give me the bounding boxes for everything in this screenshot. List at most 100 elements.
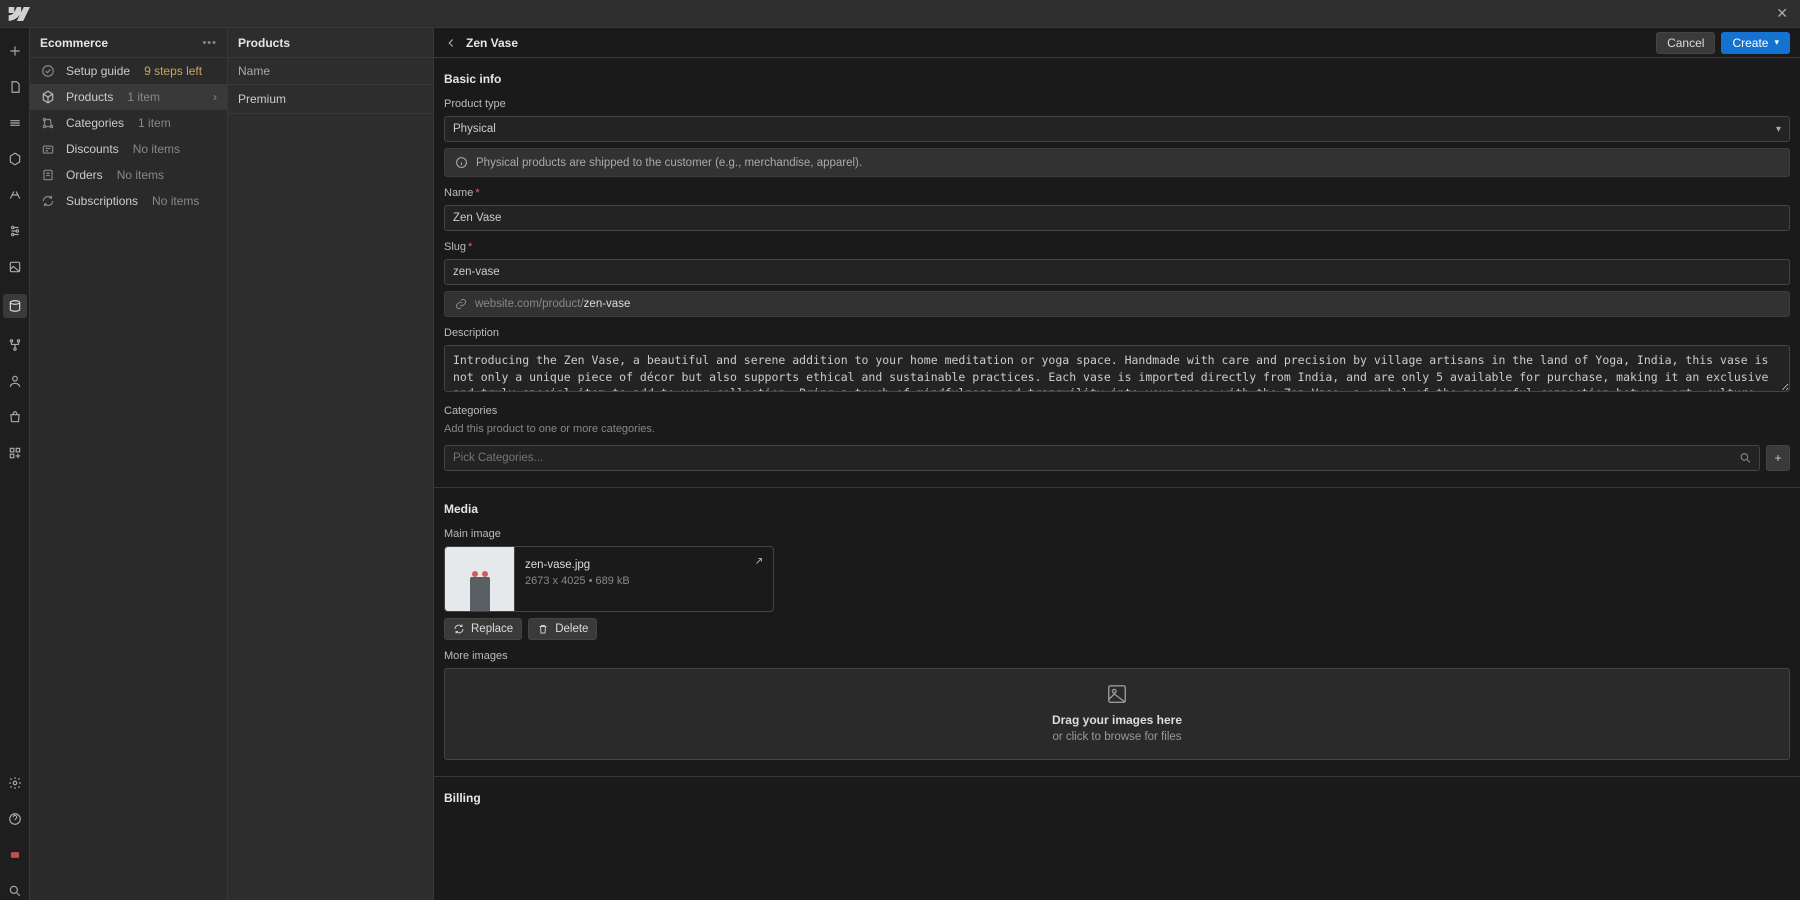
add-icon[interactable]	[6, 42, 24, 60]
product-type-value: Physical	[453, 123, 496, 135]
slug-value-display: zen-vase	[584, 298, 631, 310]
basic-info-section: Basic info Product type Physical ▾ Physi…	[434, 58, 1800, 488]
components-icon[interactable]	[6, 150, 24, 168]
sidebar-item-hint: 1 item	[138, 116, 171, 130]
name-label: Name*	[444, 187, 1790, 199]
products-name-header: Name	[228, 58, 433, 85]
orders-icon	[40, 168, 56, 182]
cancel-button[interactable]: Cancel	[1656, 32, 1715, 54]
sidebar-item-hint: No items	[117, 168, 164, 182]
ecommerce-icon[interactable]	[6, 408, 24, 426]
section-title-media: Media	[444, 502, 1790, 516]
sidebar-item-label: Discounts	[66, 142, 119, 156]
create-button-label: Create	[1732, 36, 1768, 50]
image-placeholder-icon	[1106, 683, 1128, 705]
dropzone-line2: or click to browse for files	[1052, 731, 1181, 743]
apps-icon[interactable]	[6, 444, 24, 462]
users-icon[interactable]	[6, 372, 24, 390]
categories-input[interactable]	[444, 445, 1760, 471]
discounts-icon	[40, 142, 56, 156]
slug-label: Slug*	[444, 241, 1790, 253]
slug-prefix: website.com/product/	[475, 298, 584, 310]
section-title-basic: Basic info	[444, 72, 1790, 86]
product-type-help: Physical products are shipped to the cus…	[444, 148, 1790, 177]
cms-icon[interactable]	[3, 294, 27, 318]
chevron-down-icon: ▾	[1774, 37, 1779, 48]
product-row[interactable]: Premium	[228, 85, 433, 114]
products-title: Products	[228, 28, 433, 58]
sidebar-item-label: Orders	[66, 168, 103, 182]
media-section: Media Main image zen-vase.jpg 2673 x 402…	[434, 488, 1800, 777]
assets-icon[interactable]	[6, 258, 24, 276]
link-icon	[455, 298, 467, 310]
sidebar-item-hint: No items	[133, 142, 180, 156]
replace-image-button[interactable]: Replace	[444, 618, 522, 640]
product-type-label: Product type	[444, 98, 1790, 110]
delete-label: Delete	[555, 623, 588, 635]
sidebar-item-subscriptions[interactable]: Subscriptions No items	[30, 188, 227, 214]
variables-icon[interactable]	[6, 186, 24, 204]
image-filemeta: 2673 x 4025 • 689 kB	[525, 575, 763, 587]
expand-image-button[interactable]	[753, 555, 765, 567]
image-filename: zen-vase.jpg	[525, 559, 763, 571]
products-icon	[40, 90, 56, 104]
categories-icon	[40, 116, 56, 130]
detail-panel: Zen Vase Cancel Create ▾ Basic info Prod…	[434, 28, 1800, 900]
product-type-select[interactable]: Physical ▾	[444, 116, 1790, 142]
logic-icon[interactable]	[6, 336, 24, 354]
close-button[interactable]: ✕	[1776, 5, 1788, 22]
section-title-billing: Billing	[444, 791, 1790, 805]
sidebar-item-products[interactable]: Products 1 item ›	[30, 84, 227, 110]
sidebar-item-label: Setup guide	[66, 64, 130, 78]
billing-section: Billing	[434, 777, 1800, 823]
add-category-button[interactable]: +	[1766, 445, 1790, 471]
sidebar-item-orders[interactable]: Orders No items	[30, 162, 227, 188]
sidebar-item-label: Categories	[66, 116, 124, 130]
sidebar-item-hint: 9 steps left	[144, 64, 202, 78]
info-icon	[455, 156, 468, 169]
left-rail	[0, 28, 30, 900]
sidebar-item-categories[interactable]: Categories 1 item	[30, 110, 227, 136]
panel-title: Ecommerce	[40, 36, 108, 50]
main-image-label: Main image	[444, 528, 1790, 540]
slug-input[interactable]	[444, 259, 1790, 285]
check-circle-icon	[40, 64, 56, 78]
panel-more-button[interactable]: •••	[202, 37, 217, 49]
main-image-card: zen-vase.jpg 2673 x 4025 • 689 kB	[444, 546, 774, 612]
webflow-icon	[8, 7, 30, 21]
styles-icon[interactable]	[6, 222, 24, 240]
back-button[interactable]	[444, 36, 458, 50]
app-logo	[8, 7, 30, 21]
sidebar-item-setup-guide[interactable]: Setup guide 9 steps left	[30, 58, 227, 84]
description-textarea[interactable]	[444, 345, 1790, 392]
image-thumbnail[interactable]	[445, 547, 515, 611]
replace-icon	[453, 623, 465, 635]
app-topbar: ✕	[0, 0, 1800, 28]
sidebar-item-discounts[interactable]: Discounts No items	[30, 136, 227, 162]
name-input[interactable]	[444, 205, 1790, 231]
more-images-label: More images	[444, 650, 1790, 662]
search-icon	[1739, 452, 1752, 465]
sidebar-item-label: Products	[66, 90, 113, 104]
detail-title: Zen Vase	[466, 36, 518, 50]
sidebar-item-label: Subscriptions	[66, 194, 138, 208]
help-icon[interactable]	[6, 810, 24, 828]
settings-icon[interactable]	[6, 774, 24, 792]
chevron-down-icon: ▾	[1776, 124, 1781, 135]
page-icon[interactable]	[6, 78, 24, 96]
replace-label: Replace	[471, 623, 513, 635]
video-icon[interactable]	[6, 846, 24, 864]
sidebar-item-hint: 1 item	[127, 90, 160, 104]
delete-image-button[interactable]: Delete	[528, 618, 597, 640]
ecommerce-panel: Ecommerce ••• Setup guide 9 steps left P…	[30, 28, 228, 900]
categories-hint: Add this product to one or more categori…	[444, 423, 1790, 435]
dropzone-line1: Drag your images here	[1052, 713, 1182, 727]
products-panel: Products Name Premium	[228, 28, 434, 900]
description-label: Description	[444, 327, 1790, 339]
layers-icon[interactable]	[6, 114, 24, 132]
trash-icon	[537, 623, 549, 635]
create-button[interactable]: Create ▾	[1721, 32, 1790, 54]
more-images-dropzone[interactable]: Drag your images here or click to browse…	[444, 668, 1790, 760]
search-icon[interactable]	[6, 882, 24, 900]
sidebar-item-hint: No items	[152, 194, 199, 208]
